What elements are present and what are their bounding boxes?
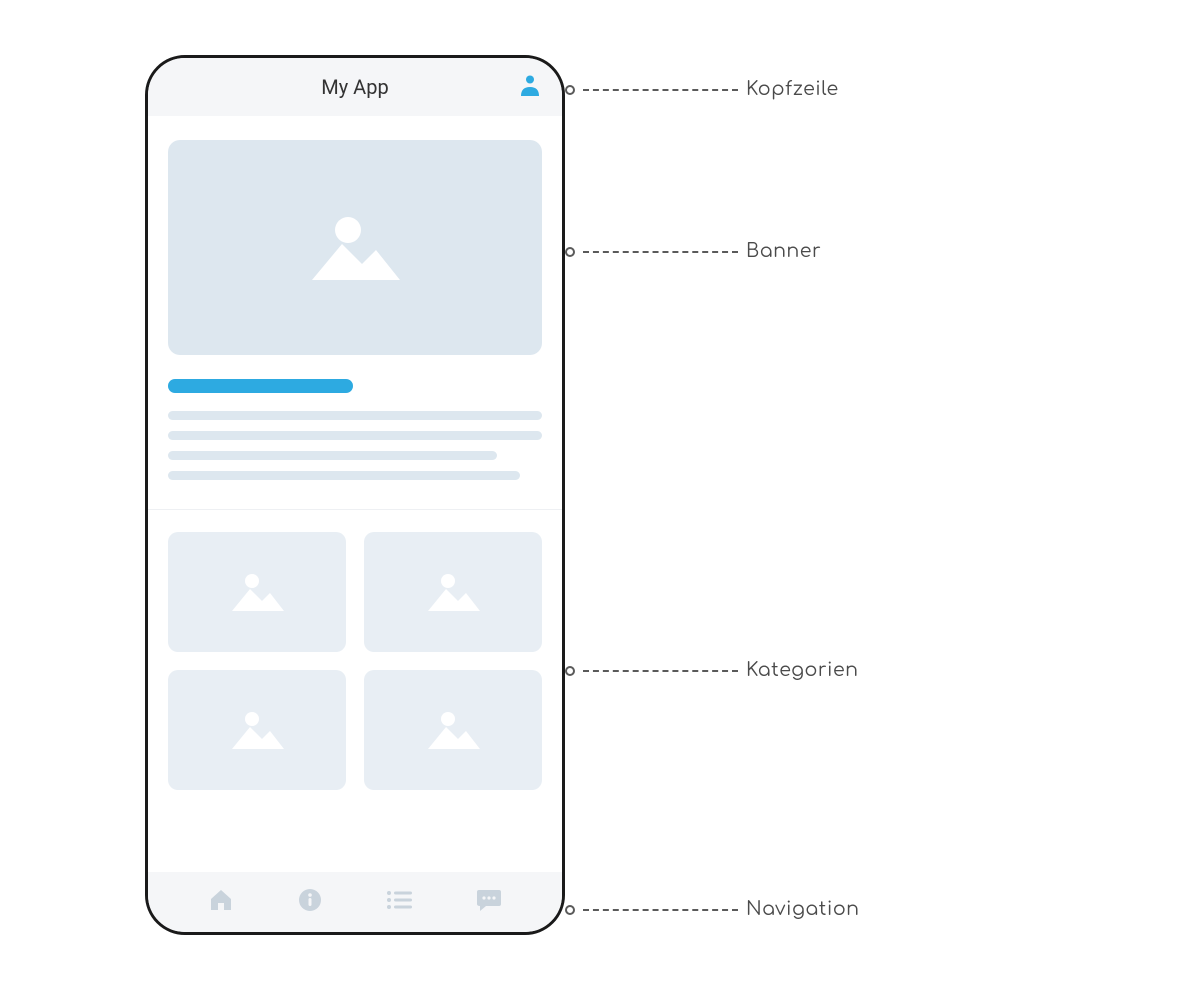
annotation-label: Navigation (746, 899, 860, 920)
hero-banner[interactable] (168, 140, 542, 355)
content-section (148, 116, 562, 510)
home-icon[interactable] (208, 887, 234, 917)
phone-frame: My App (145, 55, 565, 935)
annotation-dot (565, 247, 575, 257)
annotation-dot (565, 85, 575, 95)
annotation-label: Kategorien (746, 660, 859, 681)
categories-grid (148, 510, 562, 800)
chat-icon[interactable] (476, 887, 502, 917)
image-placeholder-icon (226, 569, 288, 615)
text-line-placeholder (168, 471, 520, 480)
annotation-line (583, 251, 738, 253)
category-card[interactable] (168, 532, 346, 652)
annotation-line (583, 909, 738, 911)
app-header: My App (148, 58, 562, 116)
image-placeholder-icon (300, 208, 410, 288)
content-title-placeholder (168, 379, 353, 393)
annotation-header: Kopfzeile (565, 79, 839, 100)
annotation-line (583, 89, 738, 91)
text-line-placeholder (168, 451, 497, 460)
annotation-banner: Banner (565, 241, 821, 262)
image-placeholder-icon (422, 569, 484, 615)
profile-icon[interactable] (520, 74, 540, 100)
annotation-dot (565, 666, 575, 676)
text-line-placeholder (168, 411, 542, 420)
text-line-placeholder (168, 431, 542, 440)
category-card[interactable] (364, 670, 542, 790)
annotation-label: Kopfzeile (746, 79, 839, 100)
annotation-line (583, 670, 738, 672)
annotation-dot (565, 905, 575, 915)
annotation-categories: Kategorien (565, 660, 859, 681)
bottom-navigation (148, 872, 562, 932)
app-title: My App (321, 75, 388, 99)
annotation-navigation: Navigation (565, 899, 860, 920)
annotation-label: Banner (746, 241, 821, 262)
list-icon[interactable] (386, 890, 412, 914)
image-placeholder-icon (422, 707, 484, 753)
category-card[interactable] (168, 670, 346, 790)
text-block (168, 379, 542, 480)
info-icon[interactable] (298, 888, 322, 916)
image-placeholder-icon (226, 707, 288, 753)
category-card[interactable] (364, 532, 542, 652)
